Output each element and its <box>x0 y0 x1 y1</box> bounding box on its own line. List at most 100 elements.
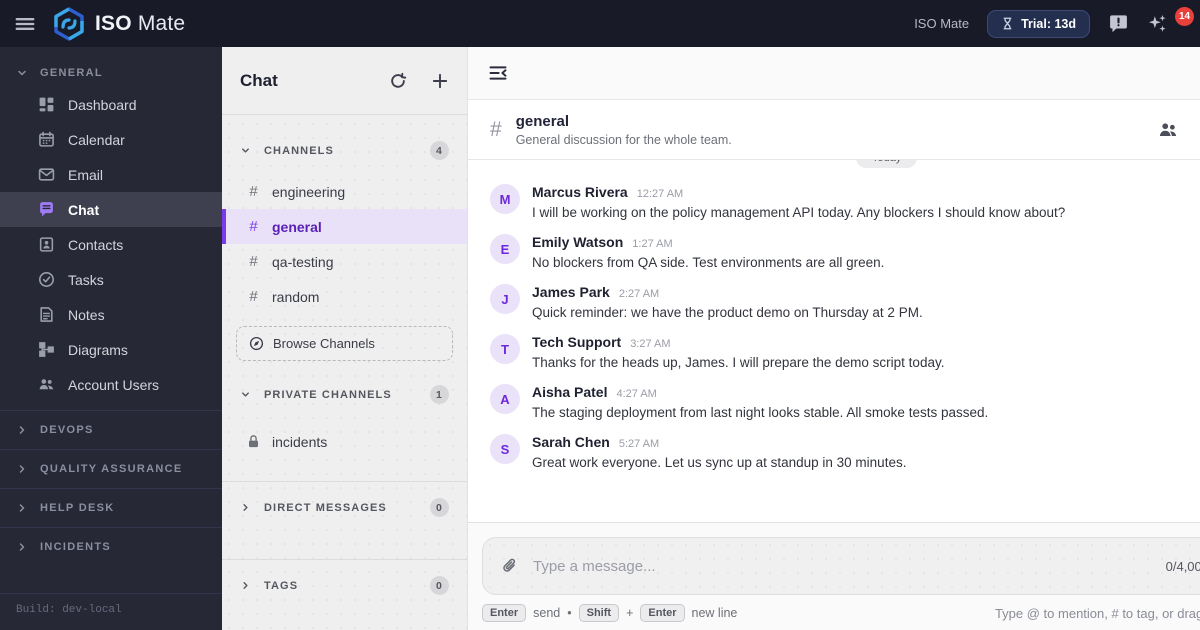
main-sidebar: GENERAL Dashboard Calendar Email Chat Co… <box>0 47 222 630</box>
attachment-paperclip-icon[interactable] <box>501 557 519 575</box>
message-timestamp: 12:27 AM <box>636 188 684 200</box>
tags-section-header[interactable]: TAGS 0 <box>222 568 467 603</box>
chat-icon <box>38 201 55 218</box>
lock-icon <box>246 434 261 449</box>
chat-toolbar <box>468 47 1200 100</box>
channel-header-description: General discussion for the whole team. <box>515 132 732 147</box>
sidebar-item-label: Diagrams <box>68 341 128 358</box>
message-input-placeholder: Type a message... <box>533 557 656 575</box>
sidebar-item-label: Calendar <box>68 131 125 148</box>
trial-badge-label: Trial: 13d <box>1021 16 1076 31</box>
private-channels-section-header[interactable]: PRIVATE CHANNELS 1 <box>222 377 467 412</box>
chat-panel-title: Chat <box>240 70 278 90</box>
sidebar-item-label: Account Users <box>68 376 160 393</box>
message-timestamp: 2:27 AM <box>618 288 660 300</box>
channel-name: general <box>272 218 322 235</box>
shift-key-hint: Shift <box>578 604 620 622</box>
message-author: Sarah Chen <box>532 434 610 450</box>
avatar: T <box>490 334 520 364</box>
users-icon <box>38 376 55 393</box>
browse-channels-button[interactable]: Browse Channels <box>236 326 453 361</box>
add-channel-icon[interactable] <box>431 72 449 90</box>
tasks-icon <box>38 271 55 288</box>
channel-item[interactable]: # engineering <box>222 174 467 209</box>
sidebar-item[interactable]: Notes <box>0 297 222 332</box>
notes-icon <box>38 306 55 323</box>
chevron-down-icon <box>16 67 28 79</box>
message-row[interactable]: S Sarah Chen 5:27 AM Great work everyone… <box>490 434 1178 470</box>
message-timestamp: 3:27 AM <box>630 338 671 350</box>
diagrams-icon <box>38 341 55 358</box>
channel-item[interactable]: # qa-testing <box>222 244 467 279</box>
sidebar-collapsed-section-label: INCIDENTS <box>40 541 111 553</box>
channel-name: incidents <box>272 433 328 450</box>
sidebar-item[interactable]: Account Users <box>0 367 222 402</box>
refresh-icon[interactable] <box>389 72 407 90</box>
direct-messages-count-badge: 0 <box>430 498 449 517</box>
message-row[interactable]: E Emily Watson 1:27 AM No blockers from … <box>490 234 1178 270</box>
enter-key-hint: Enter <box>640 604 685 622</box>
message-timestamp: 5:27 AM <box>618 438 660 450</box>
message-row[interactable]: J James Park 2:27 AM Quick reminder: we … <box>490 284 1178 320</box>
trial-badge[interactable]: Trial: 13d <box>987 9 1090 38</box>
channel-item[interactable]: # general <box>222 209 467 244</box>
sidebar-item[interactable]: Contacts <box>0 227 222 262</box>
channel-name: engineering <box>272 183 346 200</box>
channel-item[interactable]: # random <box>222 279 467 314</box>
message-author: Marcus Rivera <box>532 184 628 200</box>
private-channels-count-badge: 1 <box>430 385 449 404</box>
chevron-down-icon <box>240 389 251 400</box>
message-timestamp: 4:27 AM <box>616 388 657 400</box>
direct-messages-section-header[interactable]: DIRECT MESSAGES 0 <box>222 490 467 525</box>
dashboard-icon <box>38 96 55 113</box>
tags-label: TAGS <box>264 579 299 592</box>
message-input[interactable]: Type a message... 0/4,000 <box>482 537 1200 595</box>
email-icon <box>38 166 55 183</box>
sidebar-item[interactable]: Calendar <box>0 122 222 157</box>
avatar: M <box>490 184 520 214</box>
message-author: Tech Support <box>532 334 622 350</box>
sidebar-collapsed-section[interactable]: INCIDENTS <box>0 527 222 566</box>
sidebar-item-label: Tasks <box>68 271 104 288</box>
app-logo: ISO Mate <box>52 6 185 41</box>
channels-list: # engineering # general # qa-testing # r… <box>222 174 467 314</box>
app-title: ISO Mate <box>95 12 185 36</box>
character-counter: 0/4,000 <box>1165 558 1200 574</box>
calendar-icon <box>38 131 55 148</box>
sidebar-collapsed-section[interactable]: DEVOPS <box>0 410 222 449</box>
message-author: Aisha Patel <box>532 384 608 400</box>
build-version-label: Build: dev-local <box>0 593 222 630</box>
sidebar-item[interactable]: Diagrams <box>0 332 222 367</box>
sidebar-item[interactable]: Chat <box>0 192 222 227</box>
chevron-right-icon <box>16 463 28 475</box>
sidebar-collapsed-groups: DEVOPS QUALITY ASSURANCE HELP DESK INCID… <box>0 410 222 566</box>
message-row[interactable]: A Aisha Patel 4:27 AM The staging deploy… <box>490 384 1178 420</box>
private-channel-item[interactable]: incidents <box>222 424 467 459</box>
date-divider: Today <box>856 160 918 168</box>
channel-header: # general General discussion for the who… <box>468 100 1200 160</box>
sidebar-section-general[interactable]: GENERAL <box>0 59 222 87</box>
message-composer: Type a message... 0/4,000 Enter send • S… <box>468 522 1200 630</box>
avatar: A <box>490 384 520 414</box>
sidebar-item[interactable]: Dashboard <box>0 87 222 122</box>
chevron-right-icon <box>240 580 251 591</box>
topbar: ISO Mate ISO Mate Trial: 13d 14 <box>0 0 1200 47</box>
channels-section-label: CHANNELS <box>264 144 334 157</box>
collapse-panel-icon[interactable] <box>488 63 508 83</box>
sidebar-items: Dashboard Calendar Email Chat Contacts T… <box>0 87 222 402</box>
sparkles-icon[interactable] <box>1147 13 1168 34</box>
chevron-right-icon <box>240 502 251 513</box>
channels-count-badge: 4 <box>430 141 449 160</box>
members-icon[interactable] <box>1158 120 1178 140</box>
feedback-icon[interactable] <box>1108 13 1129 34</box>
sidebar-item-label: Dashboard <box>68 96 137 113</box>
message-row[interactable]: T Tech Support 3:27 AM Thanks for the he… <box>490 334 1178 370</box>
message-row[interactable]: M Marcus Rivera 12:27 AM I will be worki… <box>490 184 1178 220</box>
sidebar-item[interactable]: Email <box>0 157 222 192</box>
channel-name: qa-testing <box>272 253 334 270</box>
sidebar-collapsed-section[interactable]: HELP DESK <box>0 488 222 527</box>
channels-section-header[interactable]: CHANNELS 4 <box>222 133 467 168</box>
sidebar-collapsed-section[interactable]: QUALITY ASSURANCE <box>0 449 222 488</box>
sidebar-item[interactable]: Tasks <box>0 262 222 297</box>
hamburger-menu-icon[interactable] <box>14 13 36 35</box>
